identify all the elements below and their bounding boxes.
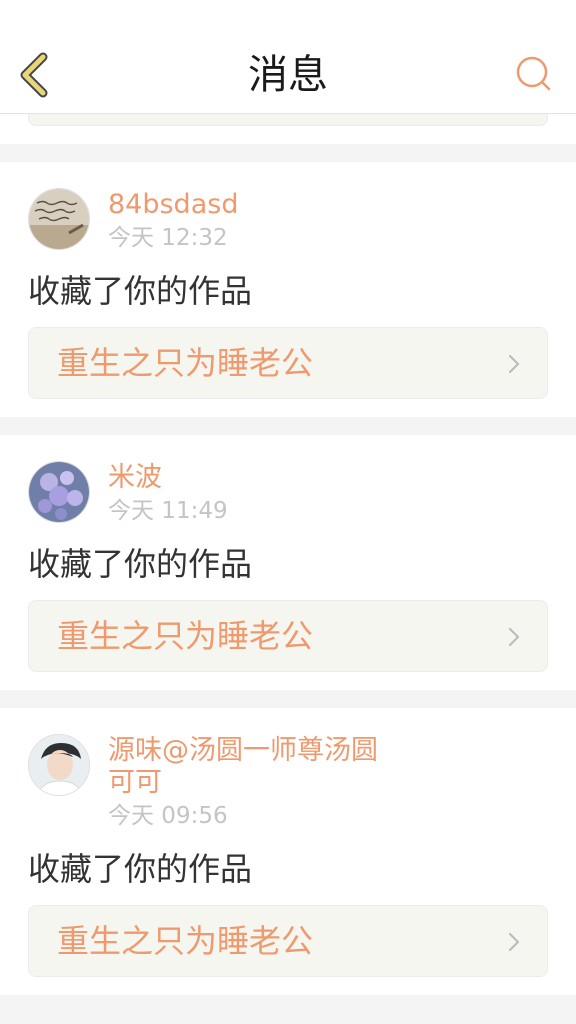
divider: [0, 690, 576, 708]
work-link[interactable]: 重生之只为睡老公: [28, 905, 548, 977]
search-icon[interactable]: [514, 54, 554, 94]
divider: [0, 417, 576, 435]
username[interactable]: 米波: [108, 462, 388, 494]
work-title: 重生之只为睡老公: [57, 922, 314, 960]
chevron-right-icon: [508, 354, 520, 374]
avatar[interactable]: [28, 734, 90, 796]
chevron-right-icon: [508, 627, 520, 647]
work-title: 重生之只为睡老公: [57, 344, 314, 382]
handwriting-avatar-icon: [29, 189, 89, 249]
partial-message-card: [0, 114, 576, 144]
timestamp: 今天 09:56: [108, 803, 228, 829]
page-title: 消息: [248, 52, 328, 98]
chevron-right-icon: [508, 932, 520, 952]
avatar[interactable]: [28, 461, 90, 523]
avatar[interactable]: [28, 188, 90, 250]
timestamp: 今天 11:49: [108, 498, 228, 524]
action-text: 收藏了你的作品: [28, 850, 253, 888]
partial-work-link[interactable]: [28, 114, 548, 126]
work-link[interactable]: 重生之只为睡老公: [28, 327, 548, 399]
person-avatar-icon: [29, 735, 89, 795]
work-title: 重生之只为睡老公: [57, 617, 314, 655]
timestamp: 今天 12:32: [108, 225, 228, 251]
message-card: 84bsdasd 今天 12:32 收藏了你的作品 重生之只为睡老公: [0, 162, 576, 417]
username[interactable]: 84bsdasd: [108, 189, 388, 221]
divider: [0, 144, 576, 162]
flower-avatar-icon: [29, 462, 89, 522]
message-list[interactable]: 84bsdasd 今天 12:32 收藏了你的作品 重生之只为睡老公 米波 今天…: [0, 114, 576, 1024]
message-card: 米波 今天 11:49 收藏了你的作品 重生之只为睡老公: [0, 435, 576, 690]
divider: [0, 995, 576, 1013]
action-text: 收藏了你的作品: [28, 545, 253, 583]
work-link[interactable]: 重生之只为睡老公: [28, 600, 548, 672]
action-text: 收藏了你的作品: [28, 272, 253, 310]
nav-bar: 消息: [0, 0, 576, 114]
username[interactable]: 源味@汤圆一师尊汤圆可可: [108, 735, 388, 799]
message-card: 源味@汤圆一师尊汤圆可可 今天 09:56 收藏了你的作品 重生之只为睡老公: [0, 708, 576, 995]
